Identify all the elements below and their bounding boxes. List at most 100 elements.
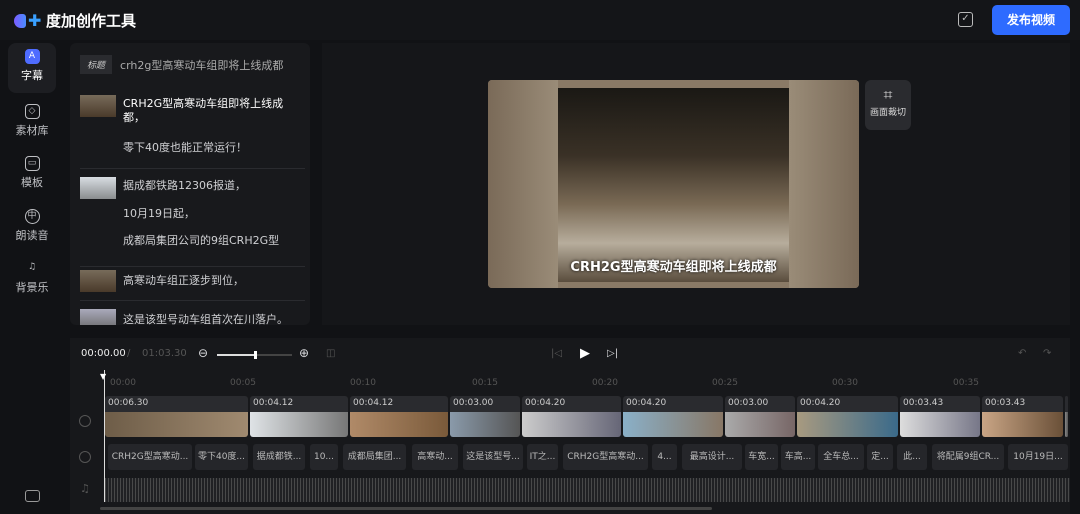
zoom-in-icon[interactable]: ⊕ [299, 346, 309, 360]
current-time: 00:00.00 [81, 348, 126, 359]
subtitle-chunk[interactable]: 全车总... [818, 444, 864, 470]
crop-label: 画面裁切 [869, 108, 906, 118]
sidebar-item-music[interactable]: ♫ 背景乐 [8, 255, 56, 305]
video-clip[interactable]: 00:04.20 [623, 396, 723, 437]
video-clip[interactable]: 00:04.12 [350, 396, 448, 437]
sidebar-item-templates[interactable]: ▭ 模板 [8, 150, 56, 200]
subtitle-chunk[interactable]: IT之... [527, 444, 558, 470]
ruler-tick-label: 00:30 [832, 378, 858, 388]
subtitle-chunk[interactable]: 将配属9组CR... [932, 444, 1004, 470]
total-time: 01:03.30 [142, 348, 187, 359]
sidebar-item-label: 背景乐 [15, 281, 49, 294]
title-row[interactable]: 标题 crh2g型高寒动车组即将上线成都 [80, 55, 283, 74]
subtitle-chunk[interactable]: 车宽... [745, 444, 778, 470]
subtitle-chunk[interactable]: 最高设计... [682, 444, 742, 470]
subtitle-line[interactable]: CRH2G型高寒动车组即将上线成都， [123, 97, 293, 125]
clip-thumbnails [982, 412, 1063, 437]
subtitle-group[interactable]: 高寒动车组正逐步到位， [80, 270, 305, 301]
subtitle-chunk[interactable]: 定... [867, 444, 893, 470]
redo-icon[interactable]: ↷ [1043, 348, 1051, 359]
fit-icon[interactable]: ◫ [326, 348, 335, 359]
voice-icon: 中 [24, 209, 40, 224]
video-clip[interactable]: 00:03.43 [900, 396, 980, 437]
subtitle-line[interactable]: 10月19日起， [123, 207, 293, 221]
subtitle-chunk[interactable]: 据成都铁... [253, 444, 305, 470]
subtitle-group[interactable]: 据成都铁路12306报道， 10月19日起， 成都局集团公司的9组CRH2G型 [80, 177, 305, 267]
video-clip[interactable]: 00:03.43 [982, 396, 1063, 437]
clip-thumbnail [80, 309, 116, 325]
subtitle-line[interactable]: 高寒动车组正逐步到位， [123, 274, 293, 288]
audio-waveform[interactable] [105, 478, 1070, 502]
header: ✚ 度加创作工具 ✓ 发布视频 [0, 0, 1080, 40]
clip-thumbnails [350, 412, 448, 437]
horizontal-scrollbar[interactable] [100, 507, 712, 510]
zoom-slider[interactable] [217, 351, 292, 359]
crop-button[interactable]: ⌗ 画面裁切 [865, 80, 911, 130]
subtitle-chunk[interactable]: 零下40度... [195, 444, 248, 470]
clip-thumbnails [623, 412, 723, 437]
subtitle-chunk[interactable]: 成都局集团... [343, 444, 406, 470]
subtitle-group[interactable]: CRH2G型高寒动车组即将上线成都， 零下40度也能正常运行！ [80, 95, 305, 169]
publish-video-button[interactable]: 发布视频 [992, 5, 1070, 35]
subtitle-group[interactable]: 这是该型号动车组首次在川落户。 [80, 309, 305, 325]
clip-duration: 00:04.20 [525, 398, 566, 408]
video-preview[interactable]: CRH2G型高寒动车组即将上线成都 [488, 80, 859, 288]
playhead-handle-icon[interactable]: ▼ [100, 372, 106, 381]
task-check-icon[interactable]: ✓ [958, 12, 973, 27]
sidebar-item-materials[interactable]: ◇ 素材库 [8, 98, 56, 148]
zoom-out-icon[interactable]: ⊖ [198, 346, 208, 360]
clip-thumbnails [725, 412, 795, 437]
prev-frame-icon[interactable]: |◁ [551, 348, 562, 359]
video-clip[interactable]: 00:04.20 [522, 396, 621, 437]
logo-icon: ✚ [14, 12, 42, 29]
subtitle-chunk[interactable]: 这是该型号... [463, 444, 523, 470]
sidebar: A 字幕 ◇ 素材库 ▭ 模板 中朗读音 ♫ 背景乐 [0, 40, 64, 514]
clip-duration: 00:03.00 [728, 398, 769, 408]
subtitle-chunk[interactable]: CRH2G型高寒动... [563, 444, 648, 470]
video-clip[interactable]: 00:06.30 [105, 396, 248, 437]
ruler-tick-label: 00:10 [350, 378, 376, 388]
video-clip[interactable]: 00:04.12 [250, 396, 348, 437]
clip-thumbnail [80, 270, 116, 292]
subtitle-chunk[interactable]: 此... [897, 444, 927, 470]
subtitle-line[interactable]: 据成都铁路12306报道， [123, 179, 293, 193]
video-track-icon [79, 415, 91, 427]
playhead[interactable] [104, 370, 105, 502]
clip-thumbnails [250, 412, 348, 437]
subtitle-chunk[interactable]: CRH2G型高寒动... [108, 444, 192, 470]
subtitle-track-icon [79, 451, 91, 463]
clip-thumbnails [900, 412, 980, 437]
subtitle-chunk[interactable]: 10月19日... [1008, 444, 1068, 470]
clip-thumbnails [522, 412, 621, 437]
play-icon[interactable]: ▶ [580, 346, 590, 361]
subtitle-line[interactable]: 成都局集团公司的9组CRH2G型 [123, 234, 293, 248]
video-clip[interactable]: 00:03.00 [450, 396, 520, 437]
app-title: 度加创作工具 [46, 12, 137, 30]
clip-thumbnails [797, 412, 898, 437]
subtitle-chunk[interactable]: 车高... [781, 444, 815, 470]
video-clip[interactable]: 00:03.00 [725, 396, 795, 437]
app-logo: ✚ 度加创作工具 [14, 10, 136, 31]
subtitle-chunk[interactable]: 4... [652, 444, 677, 470]
sidebar-item-subtitles[interactable]: A 字幕 [8, 43, 56, 93]
time-separator: / [127, 348, 131, 359]
ruler-tick-label: 00:20 [592, 378, 618, 388]
ruler-tick-label: 00:15 [472, 378, 498, 388]
video-clip[interactable] [1065, 396, 1068, 437]
subtitle-line[interactable]: 这是该型号动车组首次在川落户。 [123, 313, 293, 325]
undo-icon[interactable]: ↶ [1018, 348, 1026, 359]
sidebar-item-voice[interactable]: 中朗读音 [8, 203, 56, 253]
title-tag: 标题 [80, 55, 113, 74]
clip-thumbnail [80, 95, 116, 117]
subtitle-chunk[interactable]: 高寒动... [412, 444, 458, 470]
title-text[interactable]: crh2g型高寒动车组即将上线成都 [120, 57, 283, 73]
subtitle-chunk[interactable]: 10... [310, 444, 338, 470]
next-frame-icon[interactable]: ▷| [607, 348, 618, 359]
video-caption: CRH2G型高寒动车组即将上线成都 [570, 260, 777, 275]
subtitle-line[interactable]: 零下40度也能正常运行！ [123, 141, 293, 155]
keyboard-icon[interactable] [25, 490, 40, 502]
clip-thumbnail [80, 177, 116, 199]
video-clip[interactable]: 00:04.20 [797, 396, 898, 437]
timeline: 00:00.00 / 01:03.30 ⊖ ⊕ ◫ |◁ ▶ ▷| ↶ ↷ 00… [70, 338, 1070, 514]
subtitle-icon: A [24, 49, 40, 64]
